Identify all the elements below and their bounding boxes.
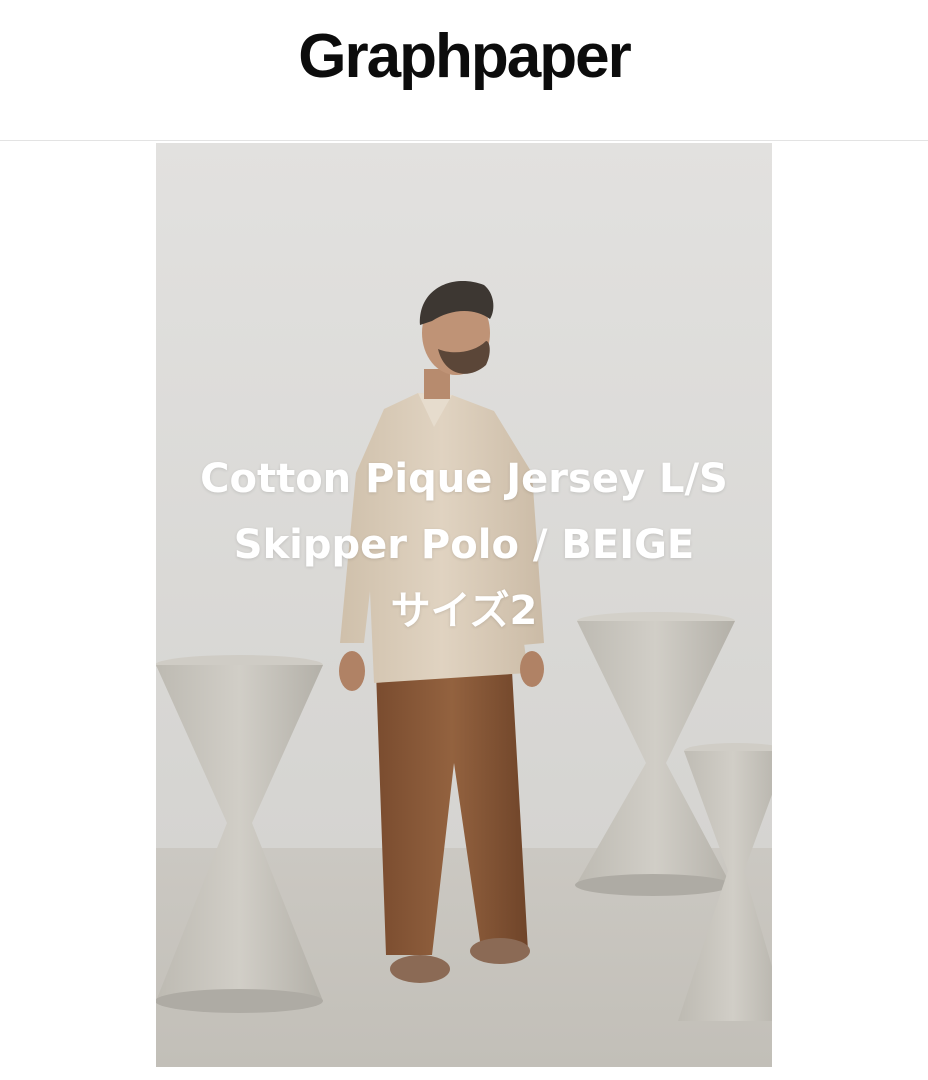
product-photo[interactable] — [156, 143, 772, 1067]
product-listing-page: Graphpaper Cotton Pique Jersey L/S Skipp… — [0, 0, 928, 1080]
product-photo-illustration — [156, 143, 772, 1067]
brand-logo[interactable]: Graphpaper — [298, 21, 631, 92]
site-header: Graphpaper — [0, 0, 928, 141]
